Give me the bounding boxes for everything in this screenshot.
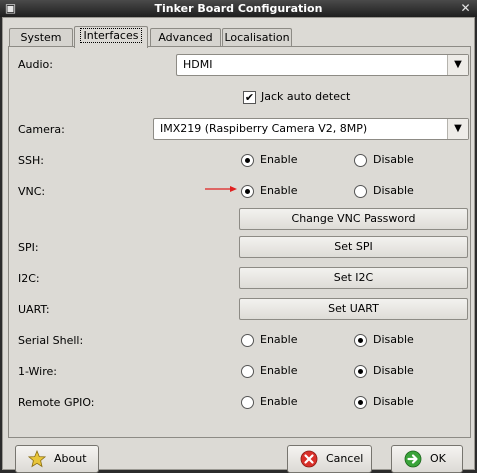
remote-gpio-disable-radio[interactable] bbox=[354, 396, 367, 409]
annotation-arrow-icon bbox=[205, 186, 237, 192]
tab-label: Advanced bbox=[158, 31, 213, 44]
serial-shell-label: Serial Shell: bbox=[18, 334, 84, 347]
dropdown-arrow-icon[interactable]: ▼ bbox=[447, 55, 468, 75]
ok-label: OK bbox=[430, 452, 446, 465]
window-menu-icon[interactable]: ▣ bbox=[3, 1, 18, 15]
serial-shell-enable-radio[interactable] bbox=[241, 334, 254, 347]
one-wire-label: 1-Wire: bbox=[18, 365, 57, 378]
cancel-button[interactable]: Cancel bbox=[287, 445, 372, 473]
tab-label: System bbox=[20, 31, 62, 44]
dialog-window: System Interfaces Advanced Localisation … bbox=[2, 17, 475, 473]
set-i2c-button[interactable]: Set I2C bbox=[239, 267, 468, 289]
tab-localisation[interactable]: Localisation bbox=[222, 28, 292, 47]
one-wire-disable-label: Disable bbox=[373, 364, 414, 377]
vnc-enable-label: Enable bbox=[260, 184, 298, 197]
remote-gpio-enable-label: Enable bbox=[260, 395, 298, 408]
camera-select[interactable]: IMX219 (Raspiberry Camera V2, 8MP) ▼ bbox=[153, 118, 469, 140]
ssh-disable-label: Disable bbox=[373, 153, 414, 166]
tab-label: Localisation bbox=[224, 31, 290, 44]
spi-label: SPI: bbox=[18, 241, 39, 254]
change-vnc-password-button[interactable]: Change VNC Password bbox=[239, 208, 468, 230]
serial-shell-disable-label: Disable bbox=[373, 333, 414, 346]
interfaces-panel: Audio: HDMI ▼ ✔ Jack auto detect Camera:… bbox=[8, 46, 471, 438]
ssh-enable-label: Enable bbox=[260, 153, 298, 166]
remote-gpio-disable-label: Disable bbox=[373, 395, 414, 408]
vnc-disable-label: Disable bbox=[373, 184, 414, 197]
ok-button[interactable]: OK bbox=[391, 445, 463, 473]
set-uart-button[interactable]: Set UART bbox=[239, 298, 468, 320]
audio-value: HDMI bbox=[183, 58, 213, 71]
vnc-label: VNC: bbox=[18, 185, 46, 198]
remote-gpio-enable-radio[interactable] bbox=[241, 396, 254, 409]
vnc-disable-radio[interactable] bbox=[354, 185, 367, 198]
dropdown-arrow-icon[interactable]: ▼ bbox=[447, 119, 468, 139]
audio-select[interactable]: HDMI ▼ bbox=[176, 54, 469, 76]
tab-interfaces[interactable]: Interfaces bbox=[74, 26, 148, 48]
i2c-label: I2C: bbox=[18, 272, 40, 285]
serial-shell-disable-radio[interactable] bbox=[354, 334, 367, 347]
tab-advanced[interactable]: Advanced bbox=[150, 28, 221, 47]
ssh-disable-radio[interactable] bbox=[354, 154, 367, 167]
jack-auto-detect-label: Jack auto detect bbox=[261, 90, 351, 103]
serial-shell-enable-label: Enable bbox=[260, 333, 298, 346]
window-title: Tinker Board Configuration bbox=[154, 2, 323, 15]
ok-arrow-icon bbox=[404, 450, 422, 468]
cancel-icon bbox=[300, 450, 318, 468]
one-wire-enable-radio[interactable] bbox=[241, 365, 254, 378]
tab-system[interactable]: System bbox=[9, 28, 73, 47]
audio-label: Audio: bbox=[18, 58, 53, 71]
vnc-enable-radio[interactable] bbox=[241, 185, 254, 198]
set-spi-button[interactable]: Set SPI bbox=[239, 236, 468, 258]
ssh-enable-radio[interactable] bbox=[241, 154, 254, 167]
camera-value: IMX219 (Raspiberry Camera V2, 8MP) bbox=[160, 122, 368, 135]
camera-label: Camera: bbox=[18, 123, 65, 136]
about-button[interactable]: About bbox=[15, 445, 99, 473]
title-bar[interactable]: ▣ Tinker Board Configuration ✕ bbox=[0, 0, 477, 17]
star-icon bbox=[28, 450, 46, 468]
one-wire-disable-radio[interactable] bbox=[354, 365, 367, 378]
one-wire-enable-label: Enable bbox=[260, 364, 298, 377]
uart-label: UART: bbox=[18, 303, 50, 316]
remote-gpio-label: Remote GPIO: bbox=[18, 396, 95, 409]
jack-auto-detect-checkbox[interactable]: ✔ bbox=[243, 91, 256, 104]
ssh-label: SSH: bbox=[18, 154, 44, 167]
about-label: About bbox=[54, 452, 87, 465]
close-icon[interactable]: ✕ bbox=[458, 1, 473, 15]
tab-label: Interfaces bbox=[79, 28, 143, 43]
cancel-label: Cancel bbox=[326, 452, 364, 465]
